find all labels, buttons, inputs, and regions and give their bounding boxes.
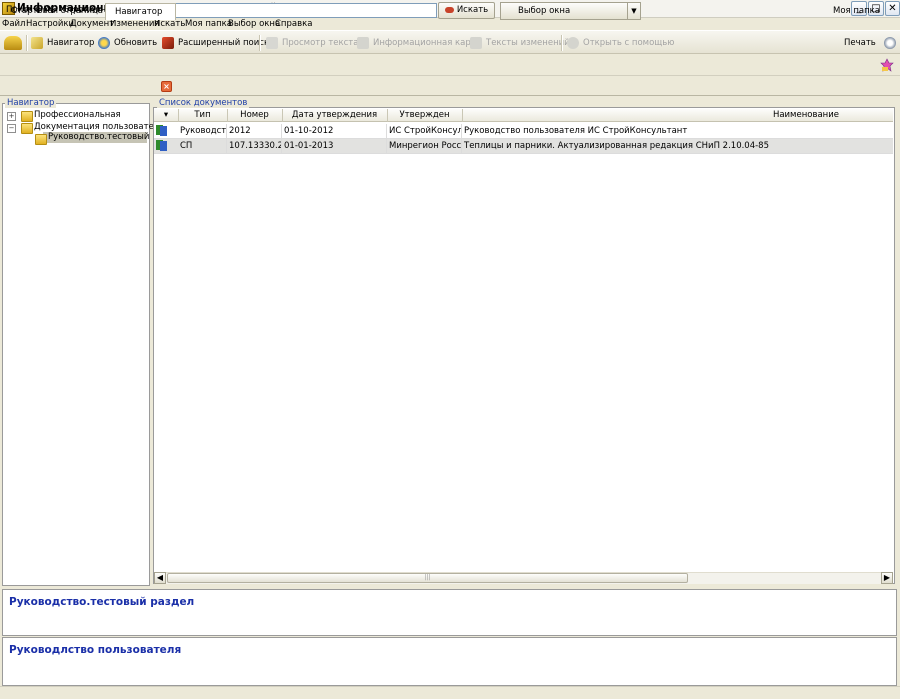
folder-icon: [21, 111, 33, 122]
folder-icon: [35, 134, 47, 145]
print-button[interactable]: Печать: [844, 34, 896, 52]
cell-number: 2012: [227, 124, 282, 138]
tab-start-page[interactable]: Стартовая страница: [2, 3, 103, 20]
document-title: Руководлство пользователя: [9, 644, 182, 656]
documents-panel: [153, 107, 895, 584]
my-folder-label[interactable]: Моя папка: [833, 6, 880, 16]
navigator-button[interactable]: Навигатор: [31, 34, 94, 52]
info-card-button[interactable]: Информационная карта: [357, 34, 481, 52]
tab-strip: [0, 76, 900, 96]
refresh-button[interactable]: Обновить: [98, 34, 157, 52]
expand-icon[interactable]: +: [7, 112, 16, 121]
changes-icon: [470, 36, 482, 49]
open-with-icon: [567, 36, 579, 49]
info-card-icon: [357, 36, 369, 49]
status-bar: [0, 686, 900, 699]
document-info-panel: Руководлство пользователя: [2, 637, 897, 686]
window-select-value: Выбор окна: [518, 6, 571, 16]
my-folder-icon[interactable]: [880, 58, 894, 72]
table-row[interactable]: СП 107.13330.2012 01-01-2013 Минрегион Р…: [154, 139, 893, 154]
navigator-panel: [2, 103, 150, 586]
search-button[interactable]: Искать: [438, 2, 495, 19]
menu-help[interactable]: Справка: [275, 18, 312, 30]
scrollbar-thumb[interactable]: |||: [167, 573, 688, 583]
navigator-caption: Навигатор: [5, 98, 57, 108]
cell-date: 01-10-2012: [282, 124, 387, 138]
column-header-number[interactable]: Номер: [227, 109, 283, 122]
cell-name: Теплицы и парники. Актуализированная ред…: [464, 141, 769, 151]
home-button[interactable]: [4, 34, 26, 52]
column-header-date[interactable]: Дата утверждения: [282, 109, 388, 122]
menu-my-folder[interactable]: Моя папка: [185, 18, 232, 30]
cell-date: 01-01-2013: [282, 139, 387, 153]
navigator-icon: [31, 36, 43, 49]
table-row[interactable]: Руководство 2012 01-10-2012 ИС СтройКонс…: [154, 124, 893, 139]
cell-approved: Минрегион России: [389, 139, 462, 153]
cell-type: Руководство: [180, 124, 227, 138]
hat-icon: [4, 35, 22, 50]
chevron-down-icon[interactable]: ▼: [627, 3, 640, 19]
column-header-approved[interactable]: Утвержден: [387, 109, 463, 122]
section-info-panel: Руководство.тестовый раздел: [2, 589, 897, 636]
document-icon: [266, 36, 278, 49]
document-type-icon: [156, 140, 167, 151]
search-icon: [444, 6, 454, 13]
collapse-icon[interactable]: −: [7, 124, 16, 133]
refresh-icon: [98, 36, 110, 49]
close-tab-icon[interactable]: ×: [161, 81, 172, 92]
changes-texts-button[interactable]: Тексты изменений: [470, 34, 570, 52]
scroll-left-icon[interactable]: ◀: [154, 572, 166, 584]
print-icon: [883, 36, 896, 49]
close-window-button[interactable]: ✕: [885, 1, 900, 16]
view-text-button[interactable]: Просмотр текста: [266, 34, 358, 52]
cell-number: 107.13330.2012: [227, 139, 282, 153]
toolbar: Навигатор Обновить Расширенный поиск Про…: [0, 30, 900, 54]
tree-item-guide-test[interactable]: Руководство.тестовый: [48, 132, 149, 143]
column-header-name[interactable]: Наименование: [462, 109, 893, 122]
tree-item-professional[interactable]: Профессиональная: [34, 110, 121, 121]
section-title: Руководство.тестовый раздел: [9, 596, 195, 608]
document-type-icon: [156, 125, 167, 136]
cell-type: СП: [178, 139, 227, 153]
open-with-button[interactable]: Открыть с помощью: [567, 34, 674, 52]
cell-name: Руководство пользователя ИС СтройКонсуль…: [464, 126, 688, 136]
advanced-search-icon: [162, 36, 174, 49]
column-menu-icon[interactable]: ▾: [154, 109, 179, 122]
folder-open-icon: [21, 123, 33, 134]
menu-window-select[interactable]: Выбор окна: [228, 18, 280, 30]
advanced-search-button[interactable]: Расширенный поиск: [162, 34, 269, 52]
search-bar: [0, 54, 900, 76]
column-header-type[interactable]: Тип: [178, 109, 228, 122]
tab-navigator[interactable]: Навигатор: [105, 3, 176, 20]
scroll-right-icon[interactable]: ▶: [881, 572, 893, 584]
documents-caption: Список документов: [157, 98, 250, 108]
cell-approved: ИС СтройКонсульта: [387, 124, 462, 138]
